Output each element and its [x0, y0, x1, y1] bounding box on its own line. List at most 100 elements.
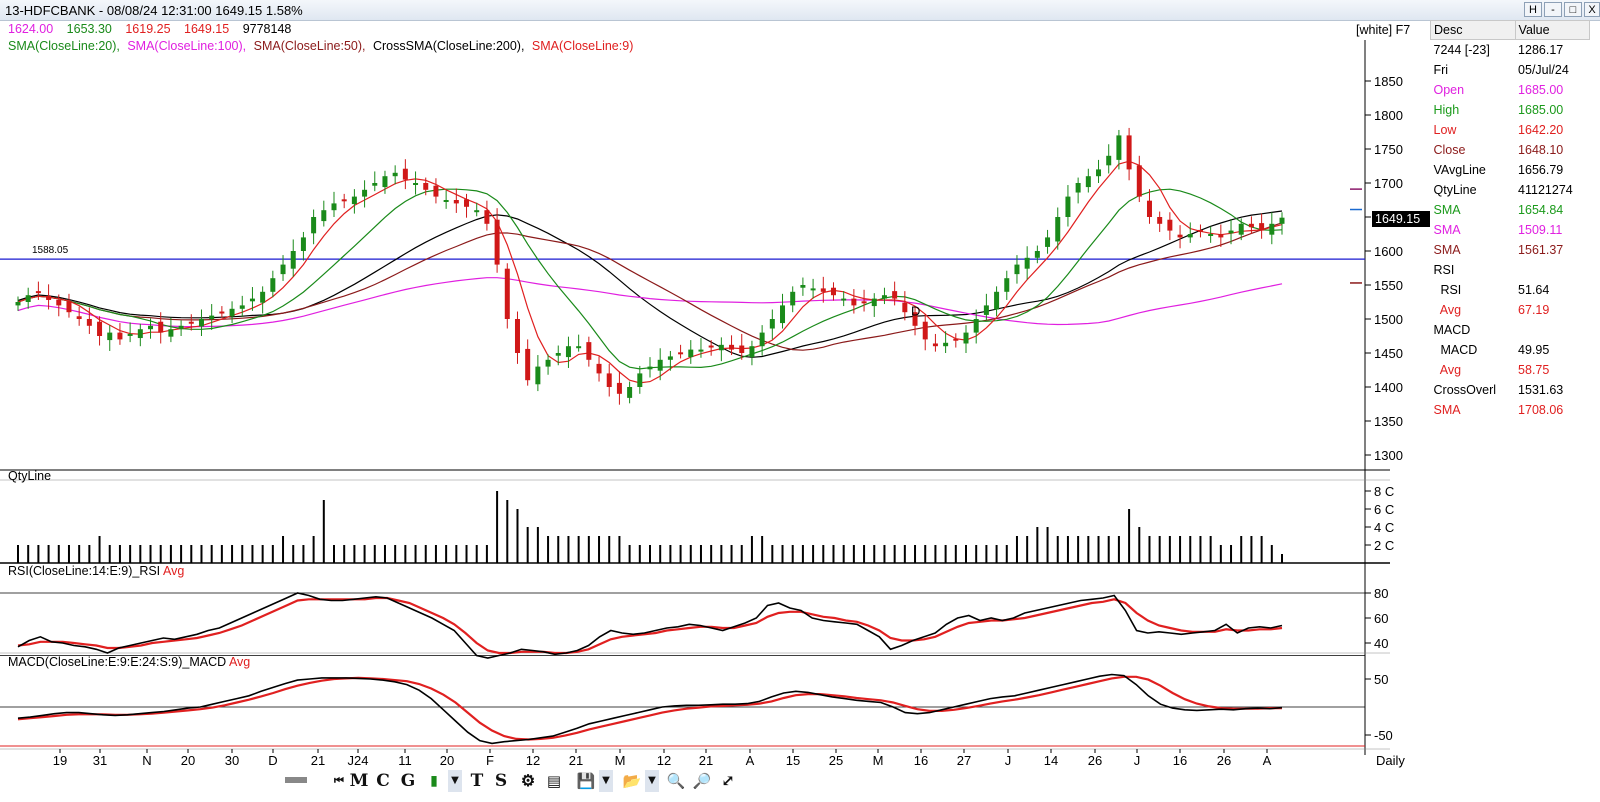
row-value: 1648.10	[1518, 143, 1564, 157]
candle-body	[280, 264, 286, 275]
row-desc: CrossOverl	[1433, 383, 1497, 397]
candle-body	[892, 291, 898, 299]
x-axis-label: 21	[311, 753, 325, 768]
row-desc: 7244 [-23]	[1433, 43, 1490, 57]
candle-body	[596, 363, 602, 374]
row-value: 1531.63	[1518, 383, 1564, 397]
x-axis-label: 30	[225, 753, 239, 768]
candle-body	[1167, 219, 1173, 231]
candle-body	[1136, 165, 1142, 197]
save-icon[interactable]: 💾	[575, 770, 597, 792]
row-value	[1515, 260, 1589, 280]
candle-body	[606, 373, 612, 387]
candle-body	[994, 291, 1000, 310]
candle-body	[943, 342, 949, 347]
x-axis-label: J	[1005, 753, 1012, 768]
x-axis-label: 25	[829, 753, 843, 768]
candle-body	[382, 176, 388, 188]
rsi-axis-label: 80	[1374, 586, 1388, 601]
volume-axis-label: 4 C	[1374, 520, 1394, 535]
settings-gear-icon[interactable]: ⚙	[517, 770, 539, 792]
sma50-line	[17, 222, 1283, 351]
candle-body	[861, 301, 867, 304]
toolbar-s-button[interactable]: S	[491, 770, 511, 792]
data-window-row: 7244 [-23] 1286.17	[1431, 40, 1590, 61]
row-value: 49.95	[1518, 343, 1550, 357]
candle-body	[565, 346, 571, 358]
volume-axis-label: 2 C	[1374, 538, 1394, 553]
candle-body	[616, 382, 622, 394]
candle-body	[97, 321, 103, 336]
price-axis-label: 1850	[1374, 74, 1403, 89]
toolbar-g-button[interactable]: G	[398, 770, 418, 792]
row-desc: Low	[1433, 123, 1457, 137]
candle-body	[158, 321, 164, 333]
candle-body	[494, 219, 500, 265]
macd-avg-label: Avg	[228, 655, 251, 669]
candle-body	[1187, 234, 1193, 238]
data-table-icon[interactable]: ▤	[543, 770, 565, 792]
data-window-row: CrossOverl 1531.63	[1431, 380, 1590, 400]
save-dropdown-icon[interactable]: ▼	[599, 770, 613, 792]
candle-body	[545, 359, 551, 367]
window-minimize-button[interactable]: -	[1544, 2, 1562, 17]
candle-body	[1269, 223, 1275, 235]
macd-panel: 50 -50	[0, 672, 1393, 747]
candle-body	[647, 366, 653, 370]
candle-body	[15, 302, 21, 306]
candle-body	[525, 348, 531, 381]
candle-body	[423, 183, 429, 190]
open-dropdown-icon[interactable]: ▼	[645, 770, 659, 792]
candle-body	[963, 332, 969, 344]
row-desc: High	[1433, 103, 1460, 117]
window-close-button[interactable]: X	[1584, 2, 1600, 17]
row-desc: SMA	[1433, 223, 1461, 237]
candle-body	[25, 295, 31, 302]
candle-body	[667, 356, 673, 360]
rsi-panel: 80 60 40	[0, 586, 1388, 659]
zoom-out-icon[interactable]: 🔎	[691, 770, 713, 792]
data-window-row: VAvgLine 1656.79	[1431, 160, 1590, 180]
candle-body	[851, 298, 857, 306]
first-bar-icon[interactable]: ⏮	[329, 770, 349, 792]
chart-type-dropdown-icon[interactable]: ▼	[448, 770, 462, 792]
x-axis-label: M	[615, 753, 626, 768]
candle-body	[56, 299, 62, 306]
candle-body	[300, 237, 306, 251]
rsi-avg-line	[17, 596, 1283, 655]
candle-icon[interactable]: ▮	[423, 770, 445, 792]
candle-body	[1157, 217, 1163, 224]
window-maximize-button[interactable]: □	[1564, 2, 1582, 17]
fit-screen-icon[interactable]: ⤢	[717, 770, 739, 792]
candle-body	[535, 366, 541, 385]
x-axis-label: 14	[1044, 753, 1058, 768]
candle-body	[1065, 196, 1071, 217]
bottom-toolbar: ⏮ M C G ▮ ▼ T S ⚙ ▤ 💾 ▼ 📂 ▼ 🔍 🔎 ⤢	[285, 770, 805, 794]
toolbar-m-button[interactable]: M	[349, 770, 369, 792]
zoom-in-icon[interactable]: 🔍	[665, 770, 687, 792]
x-axis-label: 27	[957, 753, 971, 768]
candle-body	[372, 183, 378, 186]
candle-body	[1004, 278, 1010, 292]
window-help-button[interactable]: H	[1524, 2, 1542, 17]
candle-body	[362, 189, 368, 197]
candle-body	[1248, 223, 1254, 228]
candle-body	[1034, 251, 1040, 258]
rsi-label: RSI(CloseLine:14:E:9)_RSI	[8, 564, 161, 578]
drag-handle-icon[interactable]	[285, 777, 307, 783]
price-panel: 1850180017501700165016001550150014501400…	[0, 74, 1403, 463]
data-window: Desc Value 7244 [-23] 1286.17 Fri 05/Jul/24…	[1430, 20, 1600, 802]
macd-panel-label: MACD(CloseLine:E:9:E:24:S:9)_MACD Avg	[8, 655, 250, 669]
last-price-tag: 1649.15	[1372, 211, 1430, 227]
price-axis-label: 1700	[1374, 176, 1403, 191]
candle-body	[311, 217, 317, 234]
row-value: 41121274	[1518, 183, 1573, 197]
candle-body	[729, 344, 735, 350]
open-folder-icon[interactable]: 📂	[621, 770, 643, 792]
price-axis-label: 1600	[1374, 244, 1403, 259]
macd-axis-label: -50	[1374, 728, 1393, 743]
data-window-row: Close 1648.10	[1431, 140, 1590, 160]
toolbar-c-button[interactable]: C	[373, 770, 393, 792]
toolbar-t-button[interactable]: T	[467, 770, 487, 792]
candle-body	[270, 278, 276, 292]
